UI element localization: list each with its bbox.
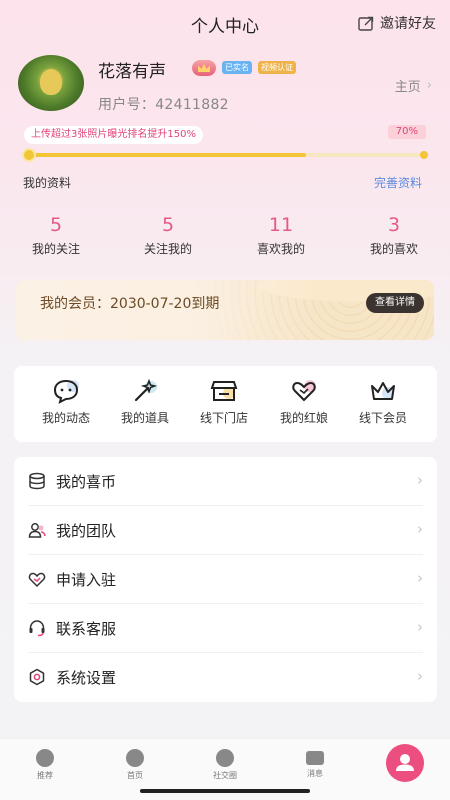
tab-profile[interactable] (386, 744, 424, 782)
avatar[interactable] (18, 55, 84, 111)
tool-label: 我的红娘 (279, 411, 328, 425)
membership-expiry: 我的会员：2030-07-20到期 (40, 296, 220, 312)
home-icon (126, 749, 144, 767)
chevron-right-icon: › (417, 667, 423, 685)
progress-end-dot (420, 151, 428, 159)
flame-icon (36, 749, 54, 767)
progress-start-dot (24, 150, 34, 160)
heart-handshake-icon (28, 572, 46, 588)
my-profile-label: 我的资料 (23, 176, 72, 190)
tab-label: 消息 (307, 769, 323, 778)
video-verified-badge: 视频认证 (258, 61, 296, 74)
stat-my-likes[interactable]: 3 我的喜欢 (339, 214, 449, 257)
home-indicator (140, 789, 310, 793)
stat-value: 11 (268, 214, 294, 236)
tool-my-posts[interactable]: 我的动态 (26, 378, 106, 426)
menu-item-apply-join[interactable]: 申请入驻 › (14, 555, 437, 604)
tab-label: 推荐 (37, 771, 53, 780)
menu-item-system-settings[interactable]: 系统设置 › (14, 653, 437, 702)
homepage-label: 主页 (394, 80, 421, 95)
menu-label: 系统设置 (56, 669, 117, 687)
tool-label: 线下会员 (358, 411, 407, 425)
menu-label: 我的喜币 (56, 473, 117, 491)
stat-value: 3 (387, 214, 401, 236)
stats-row: 5 我的关注 5 关注我的 11 喜欢我的 3 我的喜欢 (0, 214, 450, 264)
tab-label: 首页 (127, 771, 143, 780)
chevron-right-icon: › (426, 78, 432, 93)
chevron-right-icon: › (417, 569, 423, 587)
profile-progress-fill (29, 153, 307, 157)
tool-label: 线下门店 (199, 411, 248, 425)
crown-icon (371, 382, 395, 400)
view-details-button[interactable]: 查看详情 (366, 293, 424, 313)
complete-profile-link[interactable]: 完善资料 (374, 174, 422, 191)
stat-value: 5 (49, 214, 63, 236)
tab-social[interactable]: 社交圈 (195, 749, 255, 781)
invite-friends-label: 邀请好友 (380, 16, 436, 32)
share-icon (358, 16, 374, 31)
stat-label: 关注我的 (143, 242, 192, 256)
menu-label: 联系客服 (56, 620, 117, 638)
menu-label: 我的团队 (56, 522, 117, 540)
tab-messages[interactable]: 消息 (285, 749, 345, 779)
magic-wand-icon (134, 378, 158, 402)
gear-icon (216, 749, 234, 767)
real-name-badge: 已实名 (222, 61, 252, 74)
stat-label: 我的喜欢 (369, 242, 418, 256)
chevron-right-icon: › (417, 618, 423, 636)
chevron-right-icon: › (417, 471, 423, 489)
menu-item-customer-service[interactable]: 联系客服 › (14, 604, 437, 653)
menu-item-coins[interactable]: 我的喜币 › (14, 457, 437, 506)
stat-label: 喜欢我的 (256, 242, 305, 256)
tool-my-matchmaker[interactable]: 我的红娘 (264, 378, 344, 426)
hearts-icon (292, 380, 316, 402)
tool-offline-membership[interactable]: 线下会员 (343, 378, 423, 426)
profile-completion-percent: 70% (387, 125, 426, 139)
team-icon (28, 523, 46, 538)
coins-icon (29, 472, 45, 490)
stat-following[interactable]: 5 我的关注 (1, 214, 111, 257)
chevron-right-icon: › (417, 520, 423, 538)
nickname: 花落有声 (98, 62, 166, 82)
tab-label: 社交圈 (213, 771, 237, 780)
stat-followers[interactable]: 5 关注我的 (113, 214, 223, 257)
header: 个人中心 邀请好友 (0, 0, 450, 44)
store-icon (210, 381, 238, 401)
user-icon (396, 754, 414, 771)
menu-item-team[interactable]: 我的团队 › (14, 506, 437, 555)
chat-bubble-icon (53, 379, 79, 404)
tool-offline-stores[interactable]: 线下门店 (184, 378, 264, 426)
vip-crown-icon (192, 60, 216, 76)
tool-label: 我的道具 (120, 411, 169, 425)
stat-liked-me[interactable]: 11 喜欢我的 (226, 214, 336, 257)
tool-label: 我的动态 (41, 411, 90, 425)
menu-label: 申请入驻 (56, 571, 117, 589)
stat-value: 5 (161, 214, 175, 236)
membership-card[interactable]: 我的会员：2030-07-20到期 查看详情 (16, 280, 434, 340)
tool-my-items[interactable]: 我的道具 (105, 378, 185, 426)
homepage-link[interactable]: 主页 › (395, 76, 432, 95)
tab-home[interactable]: 首页 (105, 749, 165, 781)
settings-icon (29, 668, 45, 686)
settings-menu: 我的喜币 › 我的团队 › 申请入驻 › 联系客服 › 系统设置 › (14, 457, 437, 702)
invite-friends-button[interactable]: 邀请好友 (358, 13, 436, 33)
stat-label: 我的关注 (31, 242, 80, 256)
profile-progress-bar (29, 153, 425, 157)
tab-recommend[interactable]: 推荐 (15, 749, 75, 781)
headset-icon (29, 620, 45, 637)
upload-tip: 上传超过3张照片曝光排名提升150% (24, 126, 203, 144)
user-id: 用户号：42411882 (98, 97, 229, 113)
mail-icon (306, 751, 324, 765)
quick-tools: 我的动态 我的道具 线下门店 我的红娘 线下会员 (14, 366, 437, 442)
